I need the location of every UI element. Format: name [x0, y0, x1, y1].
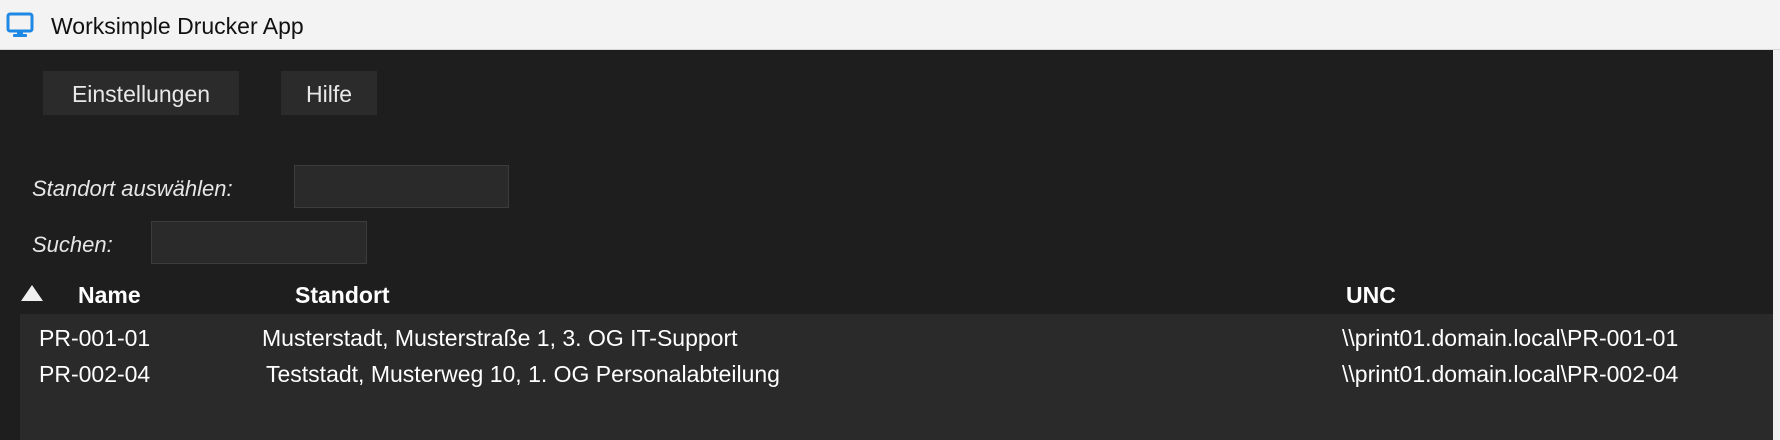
monitor-icon [6, 11, 34, 39]
location-select[interactable] [294, 165, 509, 208]
cell-name: PR-001-01 [39, 325, 151, 351]
location-label: Standort auswählen: [32, 176, 233, 201]
help-button[interactable]: Hilfe [281, 71, 377, 115]
sort-ascending-icon[interactable] [21, 285, 43, 301]
column-header-unc[interactable]: UNC [1346, 282, 1396, 309]
cell-unc: \\print01.domain.local\PR-001-01 [1342, 325, 1679, 351]
printer-table: PR-001-01 Musterstadt, Musterstraße 1, 3… [20, 314, 1773, 440]
settings-button[interactable]: Einstellungen [43, 71, 239, 115]
cell-location: Musterstadt, Musterstraße 1, 3. OG IT-Su… [262, 325, 738, 351]
column-header-name[interactable]: Name [78, 282, 141, 309]
title-bar: Worksimple Drucker App [0, 0, 1780, 50]
table-row[interactable]: PR-002-04 Teststadt, Musterweg 10, 1. OG… [20, 357, 1773, 393]
cell-unc: \\print01.domain.local\PR-002-04 [1342, 361, 1679, 387]
column-header-location[interactable]: Standort [295, 282, 390, 309]
cell-name: PR-002-04 [39, 361, 151, 387]
table-header: Name Standort UNC [0, 272, 1773, 314]
table-row[interactable]: PR-001-01 Musterstadt, Musterstraße 1, 3… [20, 321, 1773, 357]
window-title: Worksimple Drucker App [51, 13, 304, 39]
cell-location: Teststadt, Musterweg 10, 1. OG Personala… [266, 361, 780, 387]
search-label: Suchen: [32, 232, 113, 257]
window-edge [1773, 50, 1780, 440]
search-input[interactable] [151, 221, 367, 264]
app-window: Worksimple Drucker App Einstellungen Hil… [0, 0, 1780, 440]
